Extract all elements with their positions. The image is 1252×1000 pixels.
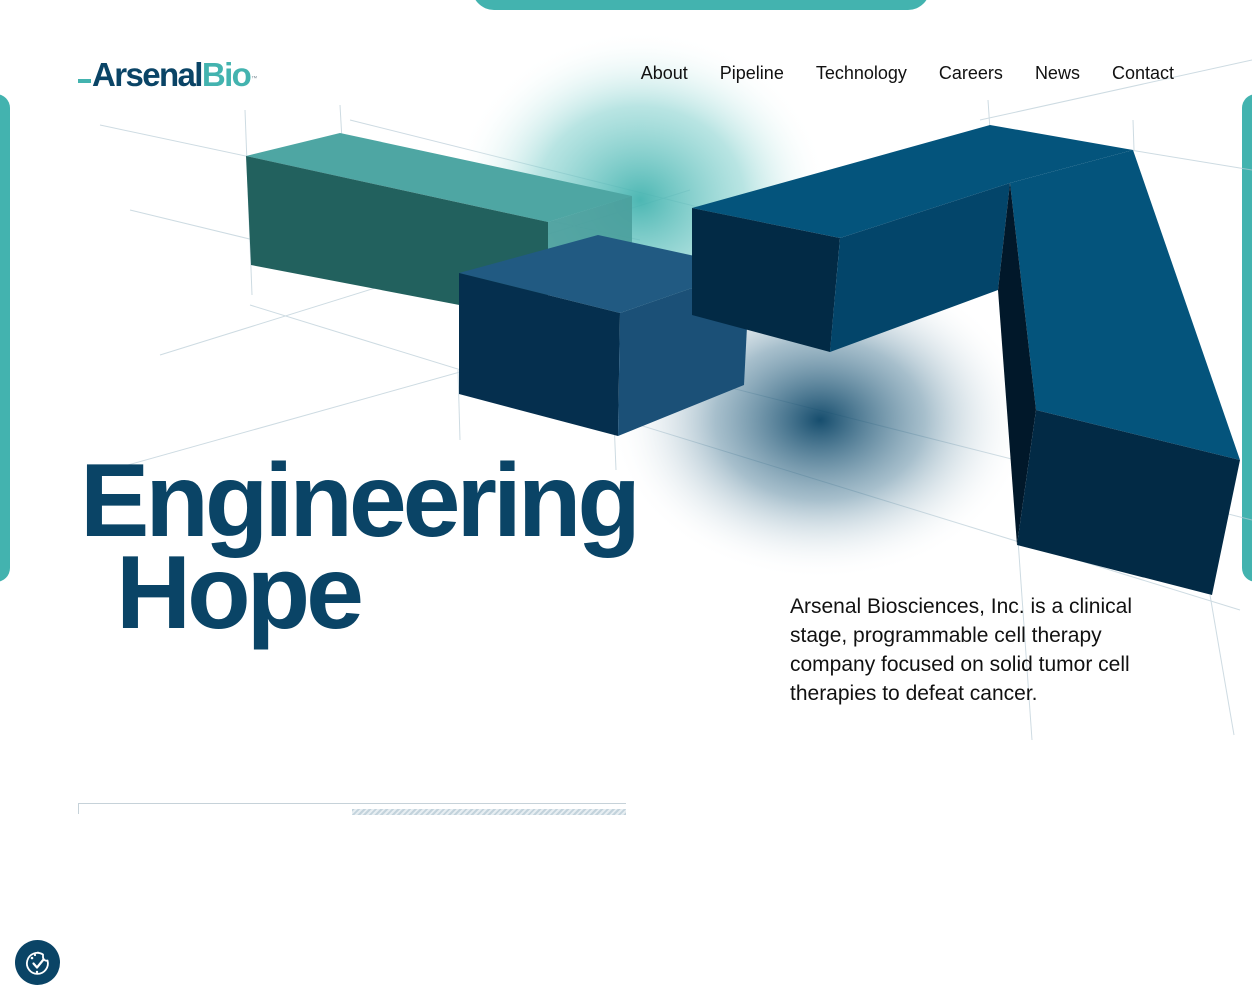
nav-item-pipeline[interactable]: Pipeline [720,62,784,84]
logo-trademark: ™ [251,76,258,82]
nav-item-careers[interactable]: Careers [939,62,1003,84]
progress-track [78,803,626,804]
arsenalbio-logo[interactable]: Arsenal Bio ™ [78,58,257,92]
logo-dash-mark [78,79,91,83]
slide-progress-bar[interactable] [78,803,626,815]
progress-start-tick [78,803,79,814]
hero-description: Arsenal Biosciences, Inc. is a clinical … [790,595,1132,705]
cookie-consent-icon [25,951,49,975]
nav-item-contact[interactable]: Contact [1112,62,1174,84]
nav-item-news[interactable]: News [1035,62,1080,84]
hero-title-line2: Hope [116,535,364,651]
logo-text-secondary: Bio [201,56,252,93]
hero-title: Engineering Hope [80,449,641,651]
logo-text-primary: Arsenal [92,56,203,93]
progress-fill [352,809,626,815]
main-nav: About Pipeline Technology Careers News C… [641,62,1174,84]
nav-item-technology[interactable]: Technology [816,62,907,84]
nav-item-about[interactable]: About [641,62,688,84]
cookie-consent-button[interactable] [15,940,60,985]
